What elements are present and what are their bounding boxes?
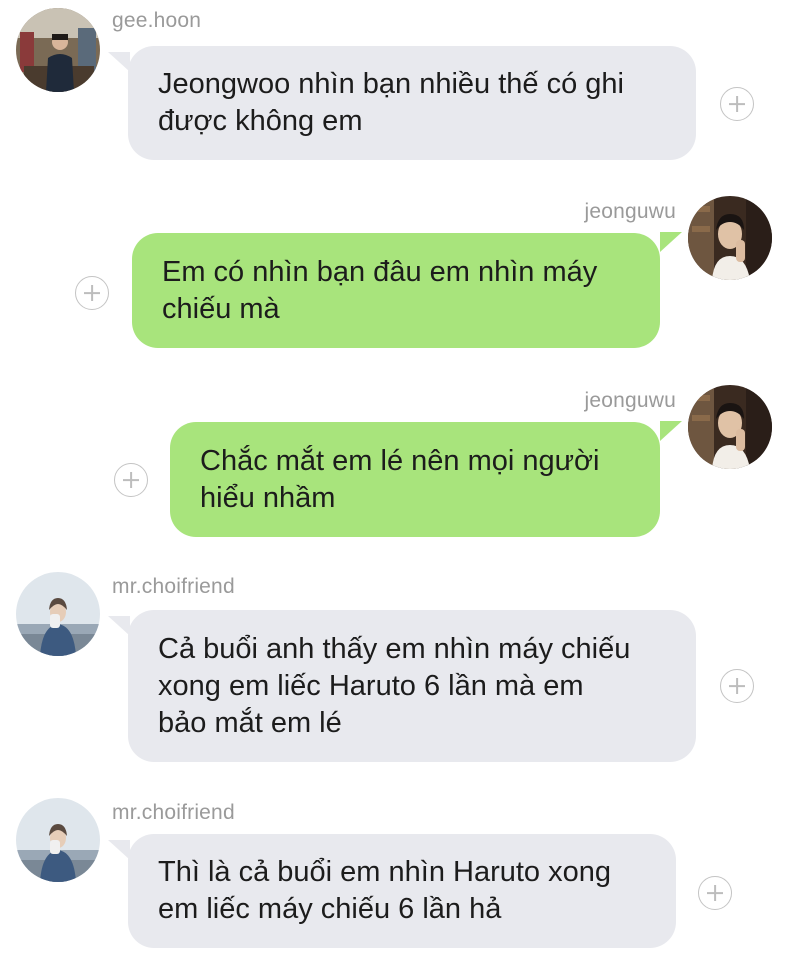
avatar-jeonguwu[interactable] xyxy=(688,196,772,280)
sender-name: mr.choifriend xyxy=(112,575,235,598)
message-text-line: bảo mắt em lé xyxy=(158,706,342,739)
message-outgoing: jeonguwu Em có nhìn bạn đâu em nhìn máy … xyxy=(0,190,788,360)
message-bubble[interactable]: Chắc mắt em lé nên mọi người hiểu nhầm xyxy=(170,422,660,537)
message-text-line: hiểu nhầm xyxy=(200,481,336,514)
message-outgoing: jeonguwu Chắc mắt em lé nên mọi người hi… xyxy=(0,380,788,550)
message-text-line: được không em xyxy=(158,105,363,137)
avatar-gee-hoon[interactable] xyxy=(16,8,100,92)
message-text-line: em liếc máy chiếu 6 lần hả xyxy=(158,893,502,925)
message-text-line: Cả buổi anh thấy em nhìn máy chiếu xyxy=(158,632,631,665)
add-reaction-icon[interactable] xyxy=(720,87,754,121)
bubble-tail xyxy=(660,421,682,441)
bubble-tail xyxy=(108,52,130,72)
sender-name: gee.hoon xyxy=(112,9,202,32)
sender-name: jeonguwu xyxy=(584,389,676,412)
bubble-tail xyxy=(660,232,682,252)
message-text-line: Jeongwoo nhìn bạn nhiều thế có ghi xyxy=(158,68,624,100)
sender-name: jeonguwu xyxy=(584,200,676,223)
sender-name: mr.choifriend xyxy=(112,801,235,824)
message-text-line: Em có nhìn bạn đâu em nhìn máy xyxy=(162,255,598,288)
message-incoming: mr.choifriend Thì là cả buổi em nhìn Har… xyxy=(0,793,788,960)
avatar-jeonguwu[interactable] xyxy=(688,385,772,469)
add-reaction-icon[interactable] xyxy=(75,276,109,310)
avatar-mr-choifriend[interactable] xyxy=(16,572,100,656)
message-text-line: xong em liếc Haruto 6 lần mà em xyxy=(158,669,584,702)
bubble-tail xyxy=(108,616,130,636)
message-bubble[interactable]: Jeongwoo nhìn bạn nhiều thế có ghi được … xyxy=(128,46,696,160)
add-reaction-icon[interactable] xyxy=(114,463,148,497)
bubble-tail xyxy=(108,840,130,860)
message-bubble[interactable]: Thì là cả buổi em nhìn Haruto xong em li… xyxy=(128,834,676,948)
message-text-line: Chắc mắt em lé nên mọi người xyxy=(200,444,600,477)
message-incoming: gee.hoon Jeongwoo nhìn bạn nhiều thế có … xyxy=(0,0,788,170)
avatar-mr-choifriend[interactable] xyxy=(16,798,100,882)
message-text-line: chiếu mà xyxy=(162,292,280,325)
message-incoming: mr.choifriend Cả buổi anh thấy em nhìn m… xyxy=(0,566,788,776)
message-bubble[interactable]: Em có nhìn bạn đâu em nhìn máy chiếu mà xyxy=(132,233,660,348)
message-bubble[interactable]: Cả buổi anh thấy em nhìn máy chiếu xong … xyxy=(128,610,696,762)
message-text-line: Thì là cả buổi em nhìn Haruto xong xyxy=(158,856,611,888)
add-reaction-icon[interactable] xyxy=(720,669,754,703)
add-reaction-icon[interactable] xyxy=(698,876,732,910)
